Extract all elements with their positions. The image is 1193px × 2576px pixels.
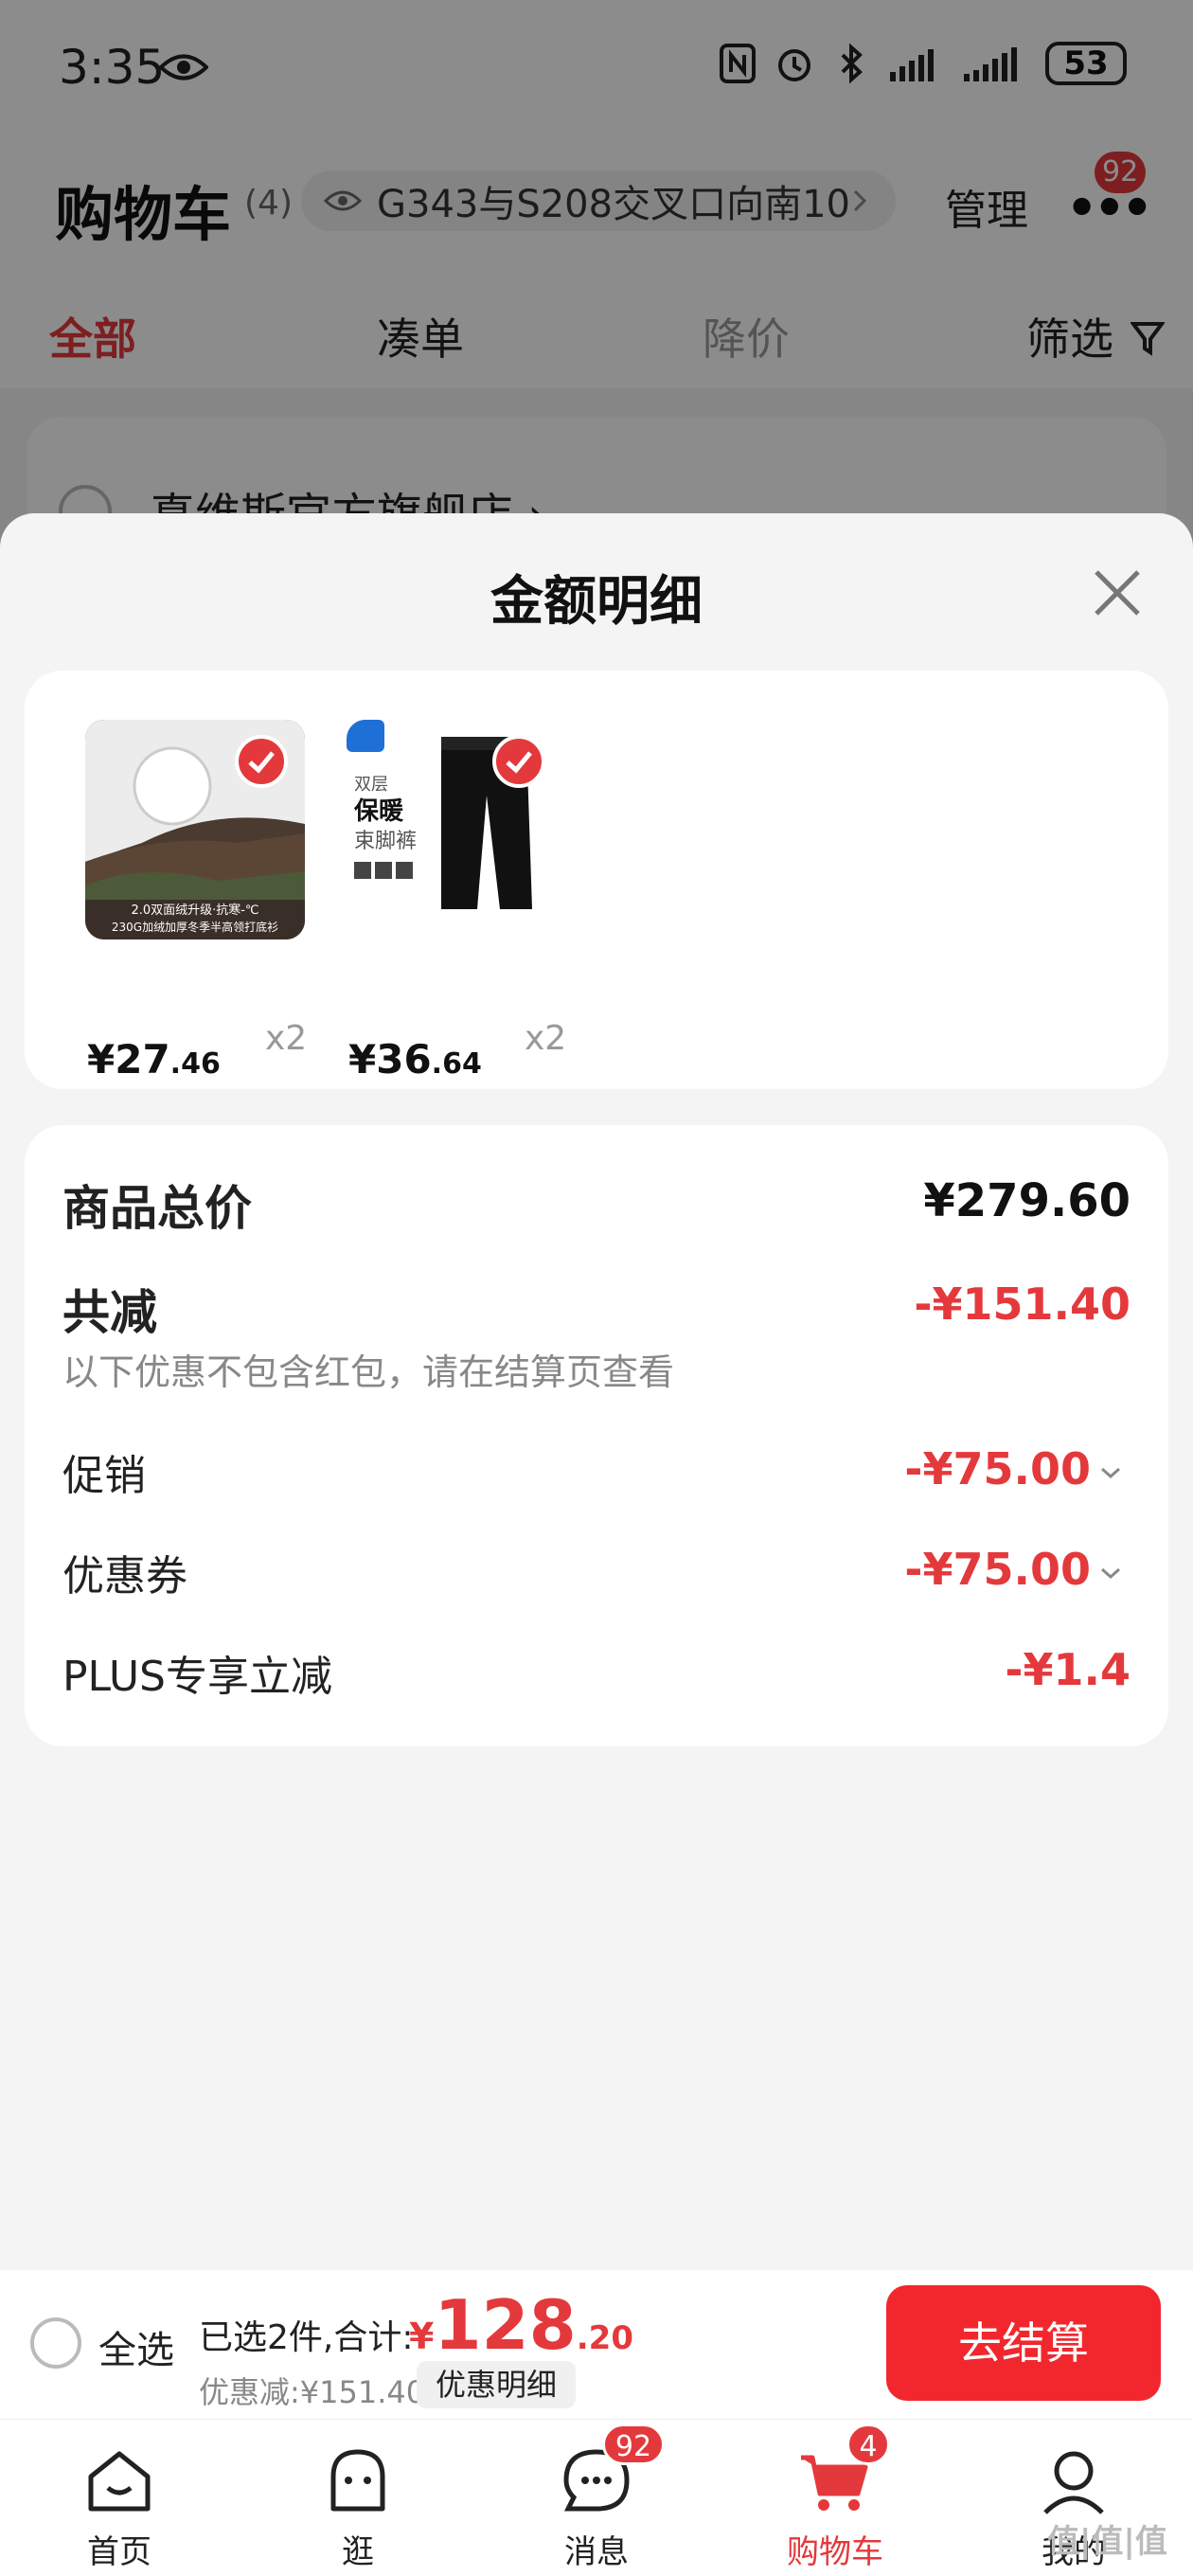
chevron-down-icon	[1101, 1567, 1120, 1579]
product-card: 2.0双面绒升级·抗寒-℃ 230G加绒加厚冬季半高领打底衫 双层 保暖 束脚裤…	[25, 671, 1168, 1089]
promotion-row[interactable]: -¥75.00	[904, 1443, 1121, 1494]
watermark: 值|值|值	[1047, 2523, 1167, 2561]
nav-item-home[interactable]: 首页	[34, 2420, 205, 2576]
promotion-label: 促销	[62, 1452, 146, 1500]
product-tag-2: 保暖	[354, 797, 404, 826]
plus-discount-label: PLUS专享立减	[62, 1653, 332, 1701]
profile-icon	[1043, 2451, 1104, 2514]
discount-amount: 优惠减:¥151.40	[199, 2374, 426, 2410]
product-quantity: x2	[525, 1019, 567, 1058]
checkmark-icon	[506, 751, 532, 774]
bottom-nav: 首页 逛 92 消息 4 购物车 我的	[0, 2419, 1193, 2576]
select-all-label[interactable]: 全选	[98, 2319, 174, 2374]
product-check[interactable]	[492, 735, 545, 788]
coupon-label: 优惠券	[62, 1552, 187, 1601]
total-reduction-value: -¥151.40	[914, 1279, 1131, 1330]
total-price-label: 商品总价	[62, 1181, 252, 1236]
select-all-checkbox[interactable]	[30, 2317, 81, 2369]
checkout-bar: 全选 已选2件,合计: ¥128.20 优惠减:¥151.40 优惠明细 去结算	[0, 2270, 1193, 2419]
checkout-button[interactable]: 去结算	[886, 2285, 1161, 2401]
total-price-value: ¥279.60	[923, 1174, 1131, 1227]
nav-item-browse[interactable]: 逛	[273, 2420, 443, 2576]
nav-label: 首页	[87, 2533, 151, 2571]
price-summary-card: 商品总价 ¥279.60 共减 -¥151.40 以下优惠不包含红包，请在结算页…	[25, 1125, 1168, 1746]
nav-item-cart[interactable]: 4 购物车	[750, 2420, 920, 2576]
checkmark-icon	[248, 751, 275, 774]
nav-label: 逛	[342, 2533, 374, 2571]
product-check[interactable]	[235, 735, 288, 788]
nav-item-messages[interactable]: 92 消息	[511, 2420, 682, 2576]
discount-detail-button[interactable]: 优惠明细	[417, 2361, 577, 2408]
total-amount: ¥128.20	[409, 2285, 633, 2365]
product-quantity: x2	[265, 1019, 308, 1058]
amount-detail-sheet: 金额明细 2.0双面绒升级·抗寒-℃ 230G加绒加厚冬季半高领打底衫 双层 保…	[0, 513, 1193, 2270]
browse-icon	[330, 2449, 385, 2512]
sheet-title: 金额明细	[490, 571, 703, 633]
coupon-row[interactable]: -¥75.00	[904, 1544, 1121, 1595]
product-caption-2: 230G加绒加厚冬季半高领打底衫	[111, 921, 279, 934]
product-caption-1: 2.0双面绒升级·抗寒-℃	[131, 903, 259, 918]
reduction-note: 以下优惠不包含红包，请在结算页查看	[62, 1351, 675, 1393]
cart-badge: 4	[846, 2424, 890, 2465]
close-icon[interactable]	[1089, 564, 1146, 621]
plus-discount-value: -¥1.4	[1005, 1644, 1131, 1695]
product-price: ¥27.46	[87, 1036, 221, 1082]
total-reduction-label: 共减	[62, 1285, 157, 1340]
product-price: ¥36.64	[348, 1036, 482, 1082]
chevron-down-icon	[1101, 1467, 1120, 1478]
nav-label: 购物车	[787, 2533, 883, 2571]
home-icon	[88, 2451, 151, 2512]
product-tag-3: 束脚裤	[354, 830, 418, 853]
message-badge: 92	[602, 2424, 665, 2465]
nav-label: 消息	[564, 2533, 629, 2571]
selected-count: 已选2件,合计:	[199, 2318, 414, 2357]
